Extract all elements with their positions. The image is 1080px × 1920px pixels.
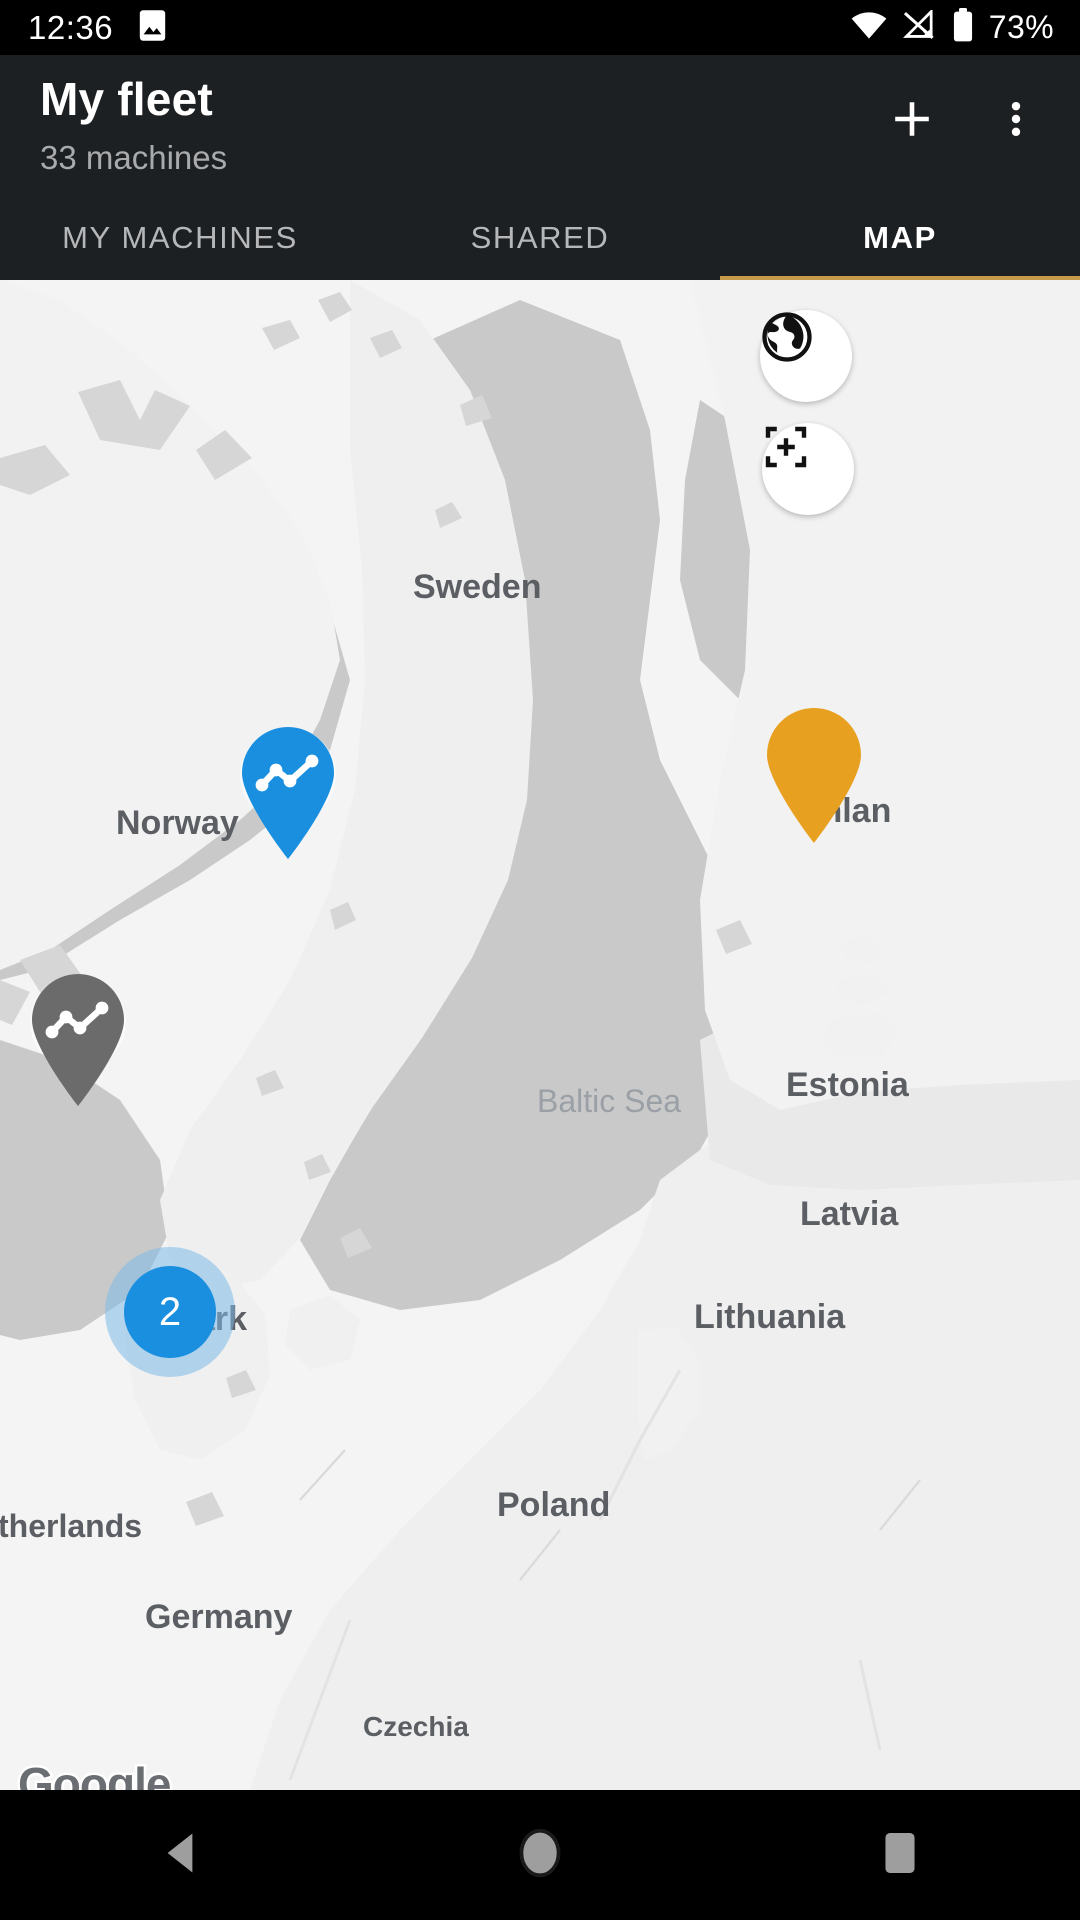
nav-recents-button[interactable] — [825, 1790, 975, 1920]
status-bar: 12:36 73% — [0, 0, 1080, 55]
battery-icon — [951, 8, 975, 47]
android-navigation-bar — [0, 1790, 1080, 1920]
battery-percent-label: 73% — [988, 9, 1054, 45]
add-machine-button[interactable] — [870, 79, 954, 163]
wifi-icon — [850, 10, 888, 46]
recents-icon — [880, 1829, 920, 1882]
photo-icon — [137, 9, 168, 47]
status-bar-notification-icons — [137, 9, 168, 47]
machine-cluster-marker[interactable]: 2 — [105, 1247, 235, 1377]
tab-bar: MY MACHINES SHARED MAP — [0, 195, 1080, 280]
recenter-button[interactable] — [762, 423, 854, 515]
app-bar: My fleet 33 machines MY MACHINES SHARED … — [0, 55, 1080, 280]
nav-home-button[interactable] — [465, 1790, 615, 1920]
machine-pin-amber[interactable] — [760, 705, 868, 845]
svg-text:Google: Google — [18, 1758, 171, 1790]
page-subtitle: 33 machines — [40, 139, 228, 176]
page-title: My fleet — [40, 73, 213, 125]
back-icon — [158, 1830, 202, 1881]
map-canvas[interactable]: Sweden Norway inlan Baltic Sea Estonia L… — [0, 280, 1080, 1790]
home-icon — [517, 1827, 563, 1884]
cellular-off-icon — [902, 7, 937, 46]
nav-back-button[interactable] — [105, 1790, 255, 1920]
status-bar-system-icons: 73% — [850, 7, 1054, 47]
overflow-menu-button[interactable] — [974, 79, 1058, 163]
machine-pin-gray[interactable] — [22, 970, 134, 1110]
tab-shared[interactable]: SHARED — [360, 195, 720, 280]
machine-pin-blue[interactable] — [232, 723, 344, 863]
status-bar-clock: 12:36 — [28, 8, 114, 46]
map-type-globe-button[interactable] — [760, 310, 852, 402]
map-basemap — [0, 280, 1080, 1790]
tab-my-machines[interactable]: MY MACHINES — [0, 195, 360, 280]
plus-icon — [888, 95, 936, 148]
tab-map[interactable]: MAP — [720, 195, 1080, 280]
cluster-count: 2 — [124, 1266, 216, 1358]
more-vertical-icon — [994, 97, 1038, 146]
